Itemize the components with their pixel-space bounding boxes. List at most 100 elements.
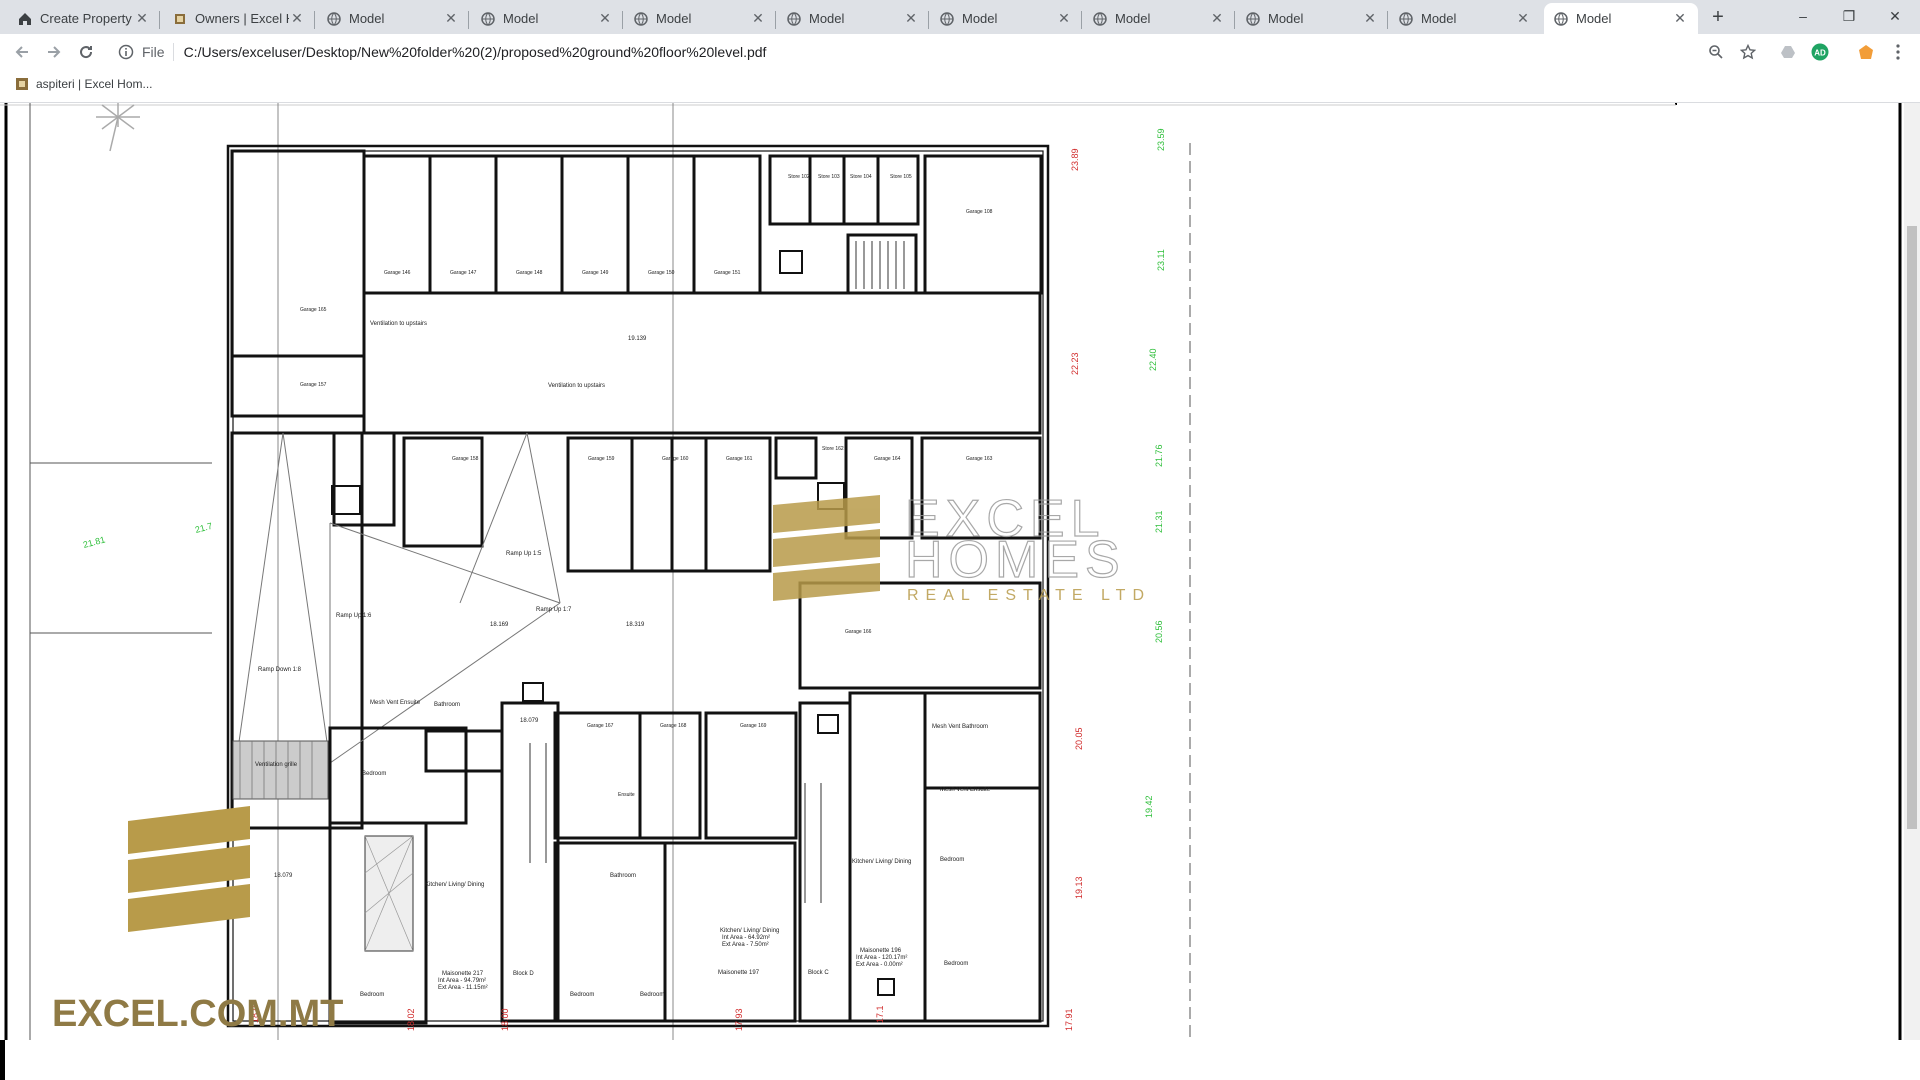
back-arrow-icon [15,46,28,58]
reload-icon [80,46,93,59]
close-icon[interactable]: ✕ [1672,10,1688,27]
tab-model[interactable]: Model ✕ [777,3,929,34]
file-scheme-label: File [142,44,165,60]
room-label: Store 103 [818,174,840,180]
unit-area: Int Area - 64.92m² [722,935,770,941]
pdf-scrollbar[interactable] [1904,103,1920,1040]
level-dimension: 22.23 [1070,352,1080,375]
room-label: Bedroom [940,857,964,863]
tab-model[interactable]: Model ✕ [1236,3,1388,34]
level-dimension: 18.00 [500,1008,510,1031]
excel-homes-logo-icon [773,495,880,601]
bookmark-aspiteri[interactable]: aspiteri | Excel Hom... [14,76,152,92]
room-label: Garage 161 [726,456,753,462]
profile-badge-text: AD [1814,49,1826,58]
minimize-button[interactable]: – [1780,0,1826,32]
room-label: Garage 158 [452,456,479,462]
back-button[interactable] [10,40,34,64]
tab-model[interactable]: Model ✕ [930,3,1082,34]
close-icon[interactable]: ✕ [1515,10,1531,27]
ventilation-label: Ventilation to upstairs [548,383,605,389]
room-label: Garage 164 [874,456,901,462]
north-arrow-icon [96,103,140,152]
room-label: Garage 147 [450,270,477,276]
close-icon[interactable]: ✕ [903,10,919,27]
level-dimension: 23.89 [1070,148,1080,171]
info-icon[interactable] [118,44,134,60]
tab-model[interactable]: Model ✕ [471,3,623,34]
existing-level: 22.40 [1148,348,1158,371]
room-label: Mesh Vent Bathroom [932,724,988,730]
pdf-viewer[interactable]: Store 102 Store 103 Store 104 Store 105 … [0,103,1920,1040]
room-label: Garage 148 [516,270,543,276]
level-marker: 18.319 [626,622,645,628]
tab-model[interactable]: Model ✕ [317,3,469,34]
tab-model[interactable]: Model ✕ [1389,3,1541,34]
ramp-label: Ramp Up 1:5 [506,551,542,557]
scrollbar-thumb[interactable] [1907,226,1917,829]
tab-model-active[interactable]: Model ✕ [1544,3,1698,34]
room-label: Kitchen/ Living/ Dining [852,859,911,865]
close-window-button[interactable]: ✕ [1872,0,1918,32]
ventilation-label: Ventilation grille [255,762,298,768]
existing-level: 19.42 [1144,795,1154,818]
ramp-label: Ramp Up 1:6 [336,613,372,619]
bookmark-star-icon[interactable] [1738,42,1758,62]
close-icon[interactable]: ✕ [443,10,459,27]
room-label: Garage 146 [384,270,411,276]
zoom-icon[interactable] [1706,42,1726,62]
tab-model[interactable]: Model ✕ [1083,3,1235,34]
extension-icon[interactable] [1856,42,1876,62]
existing-level: 21.81 [82,534,106,549]
unit-label: Maisonette 196 [860,948,902,954]
room-label: Bedroom [640,992,664,998]
maximize-button[interactable]: ❐ [1826,0,1872,32]
room-label: Mesh Vent Ensuite [940,787,991,793]
menu-dots-icon[interactable] [1888,42,1908,62]
close-icon[interactable]: ✕ [289,10,305,27]
level-dimension: 18.02 [406,1008,416,1031]
profile-avatar[interactable]: AD [1810,42,1830,62]
new-tab-button[interactable]: + [1706,6,1730,30]
url-text[interactable]: C:/Users/exceluser/Desktop/New%20folder%… [184,44,767,60]
globe-icon [940,11,954,26]
bookmarks-bar: aspiteri | Excel Hom... [0,70,1920,103]
room-label: Store 105 [890,174,912,180]
excel-homes-favicon [175,13,185,24]
close-icon[interactable]: ✕ [750,10,766,27]
lift-icon [779,250,803,274]
room-label: Bedroom [570,992,594,998]
tab-model[interactable]: Model ✕ [624,3,776,34]
unit-area: Ext Area - 11.15m² [438,985,488,991]
ramp-label: Ramp Down 1:8 [258,667,302,673]
close-icon[interactable]: ✕ [1056,10,1072,27]
level-marker: 18.079 [274,873,293,879]
room-label: Garage 169 [740,723,767,729]
tab-owners[interactable]: Owners | Excel H ✕ [163,3,315,34]
globe-icon [787,11,801,26]
room-label: Bathroom [434,702,460,708]
existing-level: 20.56 [1154,620,1164,643]
address-bar[interactable]: File C:/Users/exceluser/Desktop/New%20fo… [110,38,1760,66]
lift-icon [877,978,895,996]
viewer-bottom-strip [0,1040,1920,1080]
block-label: Block D [513,971,534,977]
drive-extension-icon[interactable] [1778,42,1798,62]
unit-area: Ext Area - 0.00m² [856,962,903,968]
forward-button[interactable] [42,40,66,64]
reload-button[interactable] [74,40,98,64]
close-icon[interactable]: ✕ [134,10,150,27]
close-icon[interactable]: ✕ [1362,10,1378,27]
ramp-label: Ramp Up 1:7 [536,607,572,613]
tab-create-property[interactable]: Create Property ✕ [8,3,160,34]
room-label: Garage 168 [660,723,687,729]
lift-icon [331,485,361,515]
room-label: Bedroom [360,992,384,998]
close-icon[interactable]: ✕ [597,10,613,27]
close-icon[interactable]: ✕ [1209,10,1225,27]
lift-icon [817,714,839,734]
block-label: Block C [808,970,829,976]
globe-icon [327,11,341,26]
room-label: Garage 108 [966,209,993,215]
room-label: Garage 157 [300,382,327,388]
